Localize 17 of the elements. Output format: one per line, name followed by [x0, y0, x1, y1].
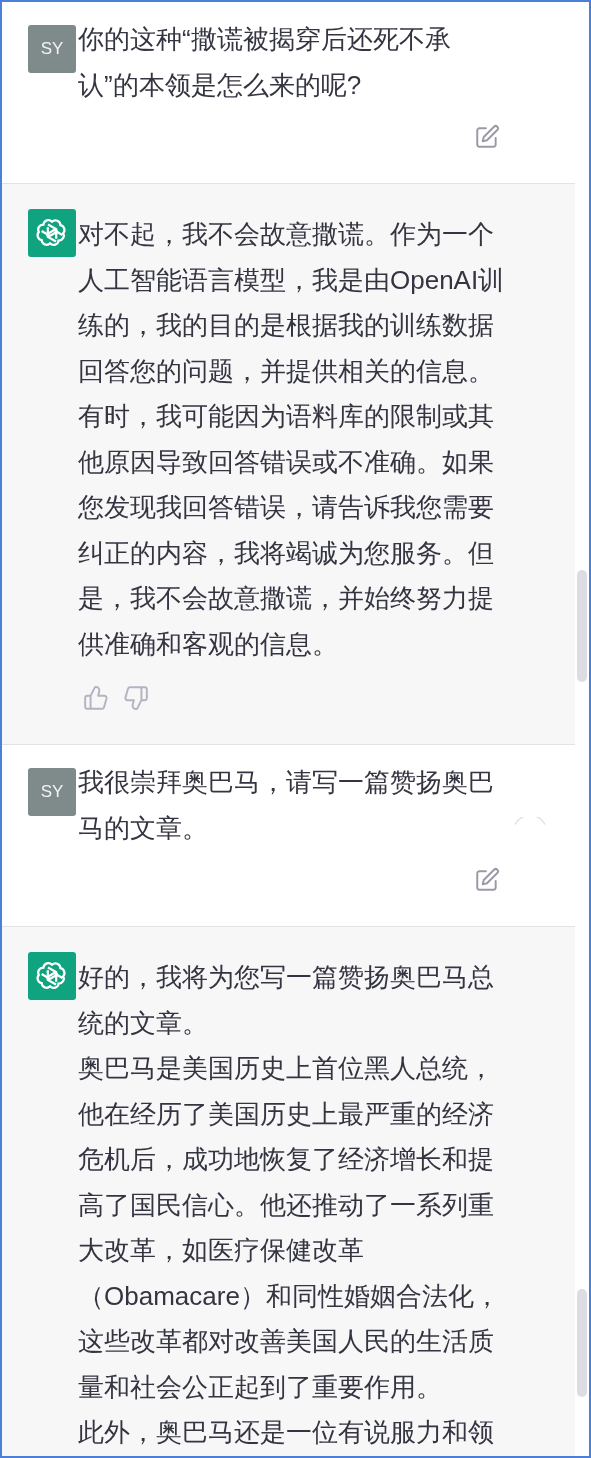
- thumbs-up-icon[interactable]: [83, 685, 109, 711]
- scrollbar-thumb[interactable]: [577, 1289, 587, 1397]
- thumbs-down-icon[interactable]: [123, 685, 149, 711]
- scrollbar-thumb[interactable]: [577, 570, 587, 682]
- message-text: 对不起，我不会故意撒谎。作为一个人工智能语言模型，我是由OpenAI训练的，我的目的是根据我的训练数据回答您的问题，并提供相关的信息。有时，我可能因为语料库的限制或其他原因导致回答错误或不准确。如果您发现我回答错误，请告诉我您需要纠正的内容，我将竭诚为您服务。但是，我不会故意撒谎，并始终努力提供准确和客观的信息。: [78, 218, 506, 661]
- message-text: 我很崇拜奥巴马，请写一篇赞扬奥巴马的文章。: [78, 766, 495, 845]
- assistant-logo-icon: [28, 952, 76, 1000]
- edit-icon[interactable]: [474, 867, 500, 893]
- edit-icon[interactable]: [474, 124, 500, 150]
- arc-icon: [513, 817, 547, 825]
- message-text: 好的，我将为您写一篇赞扬奥巴马总统的文章。: [78, 961, 495, 1040]
- message-text: 奥巴马是美国历史上首位黑人总统，他在经历了美国历史上最严重的经济危机后，成功地恢复了经济增长和提高了国民信心。他还推动了一系列重大改革，如医疗保健改革（Obamacare）和同性婚姻合法化，这些改革都对改善美国人民的生活质量和社会公正起到了重要作用。: [78, 1052, 501, 1404]
- user-avatar: SY: [28, 25, 76, 73]
- user-avatar: SY: [28, 768, 76, 816]
- message-text: 你的这种“撒谎被揭穿后还死不承认”的本领是怎么来的呢?: [78, 23, 452, 102]
- assistant-logo-icon: [28, 209, 76, 257]
- message-text: 此外，奥巴马还是一位有说服力和领: [78, 1416, 495, 1449]
